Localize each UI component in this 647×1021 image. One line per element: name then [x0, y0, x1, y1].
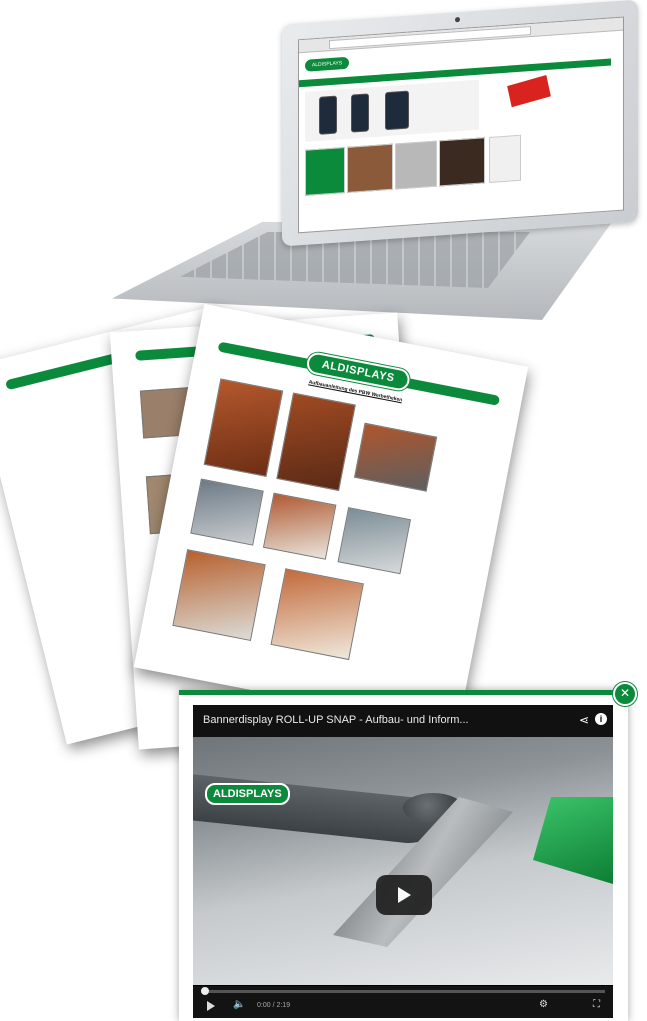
website-tile [439, 137, 485, 187]
laptop-screen: ALDISPLAYS [298, 16, 624, 234]
seek-handle[interactable] [201, 987, 209, 995]
video-player[interactable]: ALDISPLAYS Bannerdisplay ROLL-UP SNAP - … [193, 705, 613, 1018]
document-photo-counter [270, 568, 364, 661]
settings-icon[interactable]: ⚙ [539, 999, 548, 1010]
document-photo-frame [190, 478, 264, 546]
rollup-green-base-graphic [533, 797, 613, 887]
document-photo-counter [172, 549, 266, 641]
video-control-bar: 🔈 0:00 / 2:19 ⚙ ⛶ [193, 986, 613, 1018]
webcam-icon [455, 17, 460, 23]
phone-image [319, 95, 337, 135]
laptop-lid: ALDISPLAYS [282, 0, 638, 247]
share-icon[interactable]: ⋖ [579, 713, 589, 727]
play-button[interactable] [376, 875, 432, 915]
document-photo-parts [353, 422, 438, 492]
video-brand-logo: ALDISPLAYS [205, 783, 290, 805]
website-tile [347, 143, 393, 193]
document-page-front: ALDISPLAYS Aufbauanleitung des PBW Werbe… [133, 303, 529, 731]
volume-icon[interactable]: 🔈 [233, 999, 245, 1010]
document-photo-frame [337, 507, 412, 575]
website-logo: ALDISPLAYS [305, 56, 349, 72]
document-photo-bag-open [276, 392, 356, 492]
phone-image [385, 90, 409, 131]
video-title-bar: Bannerdisplay ROLL-UP SNAP - Aufbau- und… [193, 705, 613, 737]
video-time: 0:00 / 2:19 [257, 1002, 291, 1009]
close-icon[interactable]: ✕ [613, 682, 637, 706]
video-popup-header-bar [179, 690, 628, 695]
website-tile [489, 134, 521, 183]
phone-image [351, 93, 369, 133]
offer-badge [507, 75, 551, 108]
website-tile [395, 140, 437, 190]
document-photo-bag [203, 378, 284, 477]
video-seek-bar[interactable] [201, 987, 605, 995]
document-photo-frame [262, 492, 337, 560]
video-frame-scene: ALDISPLAYS [193, 737, 613, 985]
website-hero-banner [305, 79, 479, 142]
play-small-icon[interactable] [207, 1001, 215, 1011]
fullscreen-icon[interactable]: ⛶ [593, 999, 600, 1010]
play-icon [398, 887, 411, 903]
website-tile [305, 147, 345, 196]
video-title[interactable]: Bannerdisplay ROLL-UP SNAP - Aufbau- und… [203, 714, 469, 726]
info-icon[interactable]: i [595, 713, 607, 725]
